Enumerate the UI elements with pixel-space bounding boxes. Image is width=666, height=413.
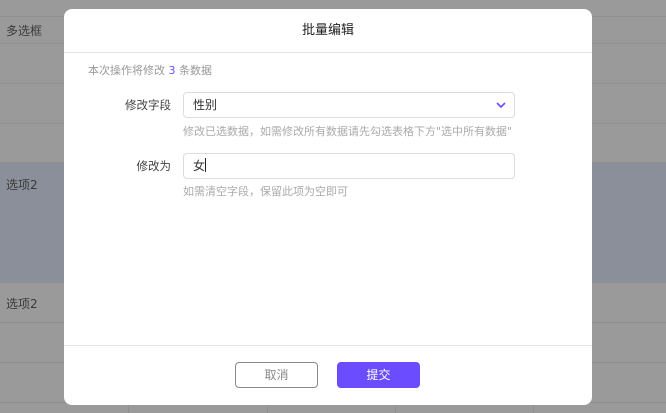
text-caret bbox=[205, 158, 207, 172]
header-cell: 多选框 bbox=[6, 24, 43, 38]
field-select[interactable]: 性别 bbox=[183, 92, 515, 118]
dialog-footer-divider bbox=[64, 345, 592, 346]
table-cell: 选项2 bbox=[6, 178, 38, 192]
value-hint: 如需清空字段，保留此项为空即可 bbox=[183, 185, 348, 198]
value-input[interactable]: 女 bbox=[183, 153, 515, 179]
column-divider bbox=[533, 405, 534, 413]
edit-count: 3 bbox=[168, 64, 176, 77]
dialog-title: 批量编辑 bbox=[64, 9, 592, 53]
column-divider bbox=[128, 405, 129, 413]
field-select-value: 性别 bbox=[193, 98, 218, 112]
cancel-button[interactable]: 取消 bbox=[235, 362, 318, 388]
batch-edit-dialog: 批量编辑 本次操作将修改 3 条数据 修改字段 性别 修改已选数据，如需修改所有… bbox=[64, 9, 592, 405]
column-divider bbox=[267, 405, 268, 413]
field-label: 修改字段 bbox=[125, 98, 171, 112]
edit-count-info: 本次操作将修改 3 条数据 bbox=[88, 62, 212, 78]
table-cell: 选项2 bbox=[6, 297, 38, 311]
column-divider bbox=[395, 405, 396, 413]
info-prefix: 本次操作将修改 bbox=[88, 64, 165, 77]
chevron-down-icon bbox=[496, 102, 506, 109]
value-input-text: 女 bbox=[193, 159, 206, 173]
value-label: 修改为 bbox=[136, 159, 172, 173]
submit-button[interactable]: 提交 bbox=[337, 362, 420, 388]
info-suffix: 条数据 bbox=[179, 64, 212, 77]
field-hint: 修改已选数据，如需修改所有数据请先勾选表格下方"选中所有数据" bbox=[183, 125, 513, 138]
